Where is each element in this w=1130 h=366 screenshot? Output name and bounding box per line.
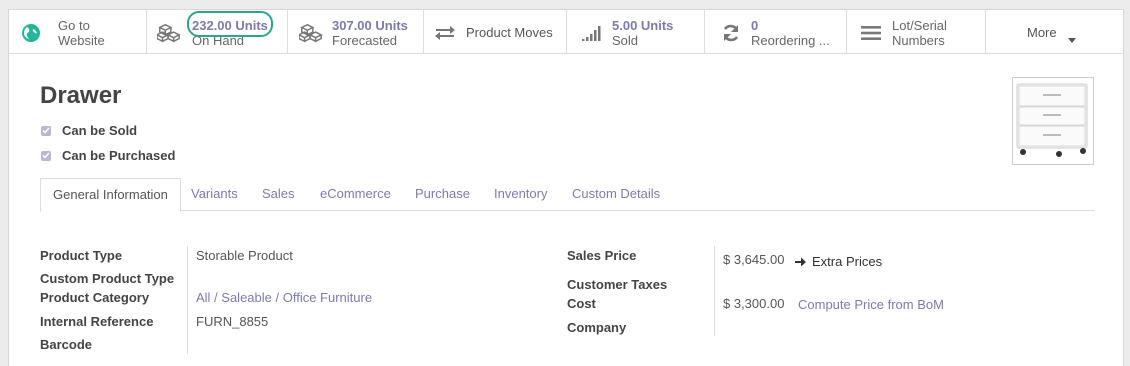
- website-line2: Website: [58, 33, 105, 48]
- left-group-divider: [187, 246, 188, 354]
- exchange-arrows-icon: [433, 22, 457, 44]
- tab-inventory[interactable]: Inventory: [494, 178, 547, 211]
- reordering-value: 0: [751, 18, 759, 33]
- sold-button[interactable]: 5.00 Units Sold: [567, 10, 705, 54]
- lots-line1: Lot/Serial: [892, 18, 947, 33]
- can-be-sold-checkbox[interactable]: Can be Sold: [41, 123, 137, 138]
- internal-reference-label: Internal Reference: [40, 314, 154, 329]
- product-name[interactable]: Drawer: [40, 82, 121, 110]
- extra-prices-button[interactable]: Extra Prices: [795, 254, 882, 269]
- forecasted-button[interactable]: 307.00 Units Forecasted: [288, 10, 424, 54]
- go-to-website-button[interactable]: Go to Website: [9, 10, 147, 54]
- tab-custom-details[interactable]: Custom Details: [572, 178, 660, 211]
- product-category-link[interactable]: All / Saleable / Office Furniture: [196, 290, 372, 305]
- cost-label: Cost: [567, 296, 596, 311]
- cubes-icon: [157, 22, 181, 44]
- smart-button-bar: Go to Website 232.00 Units On Hand 307.0…: [9, 10, 1123, 54]
- arrow-right-icon: [795, 257, 806, 267]
- reordering-rules-button[interactable]: 0 Reordering ...: [705, 10, 847, 54]
- lot-serial-numbers-button[interactable]: Lot/Serial Numbers: [847, 10, 986, 54]
- list-icon: [859, 22, 883, 44]
- product-moves-label: Product Moves: [466, 25, 553, 40]
- tab-variants[interactable]: Variants: [191, 178, 238, 211]
- customer-taxes-label: Customer Taxes: [567, 277, 668, 292]
- drawer-cabinet-icon: [1016, 83, 1088, 157]
- can-be-purchased-checkbox[interactable]: Can be Purchased: [41, 148, 175, 163]
- forecasted-value: 307.00 Units: [332, 18, 408, 33]
- can-be-purchased-label: Can be Purchased: [62, 148, 176, 163]
- more-dropdown-button[interactable]: More: [986, 10, 1123, 54]
- can-be-sold-label: Can be Sold: [62, 123, 138, 138]
- product-type-label: Product Type: [40, 248, 123, 263]
- refresh-icon: [719, 22, 743, 44]
- sold-label: Sold: [612, 33, 639, 48]
- globe-icon: [19, 22, 43, 44]
- product-moves-button[interactable]: Product Moves: [424, 10, 567, 54]
- tab-sales[interactable]: Sales: [262, 178, 295, 211]
- compute-price-from-bom-button[interactable]: Compute Price from BoM: [798, 297, 944, 312]
- sales-price-value[interactable]: $ 3,645.00: [723, 252, 784, 267]
- forecasted-label: Forecasted: [332, 33, 398, 48]
- on-hand-value: 232.00 Units: [192, 18, 268, 33]
- product-form-sheet: Go to Website 232.00 Units On Hand 307.0…: [8, 9, 1124, 366]
- on-hand-label: On Hand: [192, 33, 245, 48]
- sold-value: 5.00 Units: [612, 18, 674, 33]
- caret-down-icon: [1068, 31, 1076, 46]
- checkbox-checked-icon: [41, 125, 51, 136]
- tab-purchase[interactable]: Purchase: [415, 178, 470, 211]
- product-category-label: Product Category: [40, 290, 150, 305]
- company-label: Company: [567, 320, 627, 335]
- lots-line2: Numbers: [892, 33, 945, 48]
- more-label: More: [1027, 25, 1057, 40]
- sales-price-label: Sales Price: [567, 248, 637, 263]
- cost-value[interactable]: $ 3,300.00: [723, 296, 784, 311]
- product-type-value[interactable]: Storable Product: [196, 248, 293, 263]
- signal-bars-icon: [580, 22, 604, 44]
- internal-reference-value[interactable]: FURN_8855: [196, 314, 268, 329]
- tab-general-information[interactable]: General Information: [40, 178, 181, 212]
- tab-ecommerce[interactable]: eCommerce: [320, 178, 391, 211]
- custom-product-type-label: Custom Product Type: [40, 271, 175, 286]
- barcode-label: Barcode: [40, 337, 93, 352]
- reordering-label: Reordering ...: [751, 33, 830, 48]
- extra-prices-label: Extra Prices: [812, 254, 883, 269]
- website-line1: Go to: [58, 18, 90, 33]
- cubes-icon: [299, 22, 323, 44]
- product-image[interactable]: [1012, 77, 1094, 165]
- notebook-tabs: General Information Variants Sales eComm…: [40, 178, 1095, 212]
- on-hand-button[interactable]: 232.00 Units On Hand: [147, 10, 288, 54]
- right-group-divider: [714, 246, 715, 336]
- checkbox-checked-icon: [41, 150, 51, 161]
